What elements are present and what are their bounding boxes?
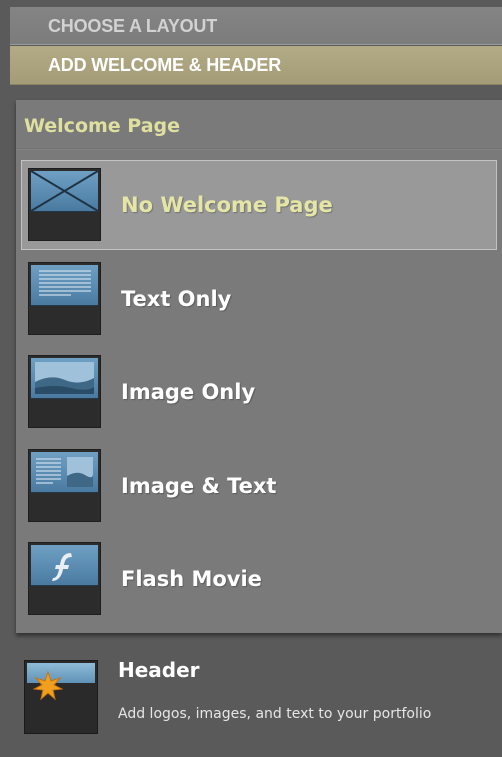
option-label: Text Only	[121, 287, 232, 311]
header-description: Add logos, images, and text to your port…	[118, 706, 432, 722]
flash-movie-icon	[28, 542, 101, 615]
text-only-icon	[28, 262, 101, 335]
option-label: Flash Movie	[121, 567, 262, 591]
option-flash-movie[interactable]: Flash Movie	[21, 534, 497, 624]
option-label: Image & Text	[121, 474, 277, 498]
option-label: Image Only	[121, 380, 256, 404]
header-star-icon	[24, 660, 98, 734]
option-image-and-text[interactable]: Image & Text	[21, 441, 497, 531]
step-add-welcome-header[interactable]: ADD WELCOME & HEADER	[10, 46, 502, 84]
option-label: No Welcome Page	[121, 193, 333, 217]
option-no-welcome-page[interactable]: No Welcome Page	[21, 160, 497, 250]
header-title: Header	[118, 658, 200, 682]
header-section[interactable]: Header Add logos, images, and text to yo…	[0, 640, 502, 757]
no-welcome-icon	[28, 168, 101, 241]
image-text-icon	[28, 449, 101, 522]
option-image-only[interactable]: Image Only	[21, 347, 497, 437]
divider	[16, 148, 502, 150]
image-only-icon	[28, 355, 101, 428]
welcome-page-panel: Welcome Page No Welcome Page Text Only I…	[16, 100, 502, 633]
welcome-page-title: Welcome Page	[24, 115, 181, 137]
step-choose-layout[interactable]: CHOOSE A LAYOUT	[10, 7, 502, 45]
option-text-only[interactable]: Text Only	[21, 254, 497, 344]
